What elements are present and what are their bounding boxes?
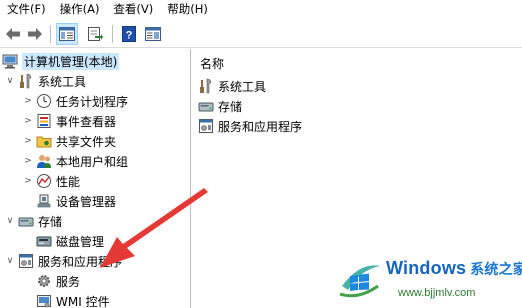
watermark-brand-sub: 系统之家	[470, 262, 522, 278]
watermark-brand-name: Windows	[386, 258, 467, 278]
watermark-url: www.bjjmlv.com	[398, 287, 476, 299]
watermark-brand: Windows 系统之家	[386, 258, 522, 279]
windows-logo-icon	[339, 265, 380, 298]
watermark: Windows 系统之家 www.bjjmlv.com	[336, 250, 522, 308]
